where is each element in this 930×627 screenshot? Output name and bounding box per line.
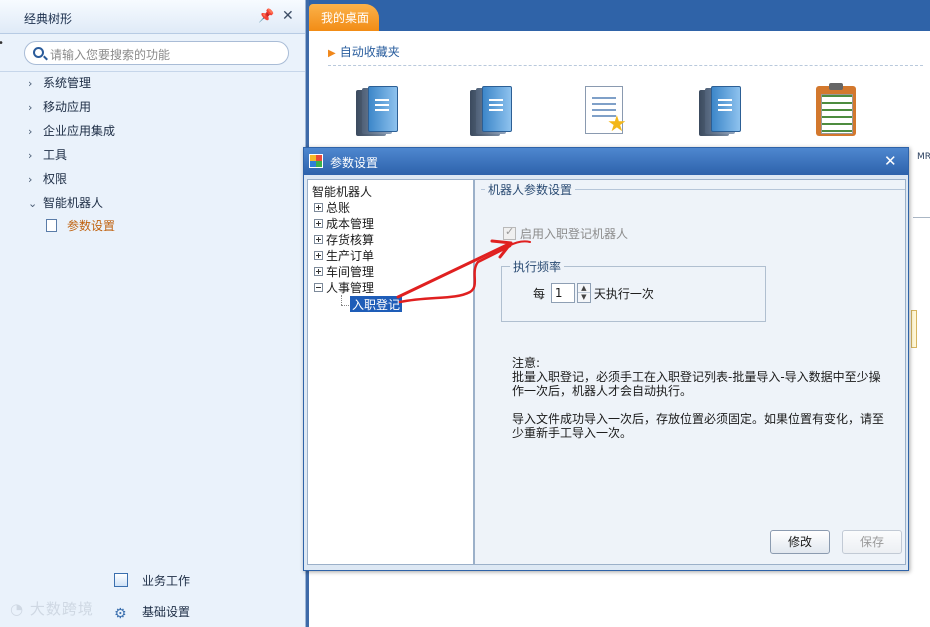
dialog-title: 参数设置 — [330, 156, 379, 170]
expand-icon[interactable] — [314, 219, 323, 228]
books-icon[interactable] — [470, 86, 522, 142]
expand-icon[interactable] — [314, 267, 323, 276]
basic-settings-button[interactable]: ⚙ 基础设置 — [114, 603, 190, 623]
menu-item-tools[interactable]: › 工具 — [28, 146, 67, 166]
chevron-down-icon: ⌄ — [28, 197, 38, 210]
search-input[interactable]: 请输入您要搜索的功能 — [24, 41, 289, 65]
divider — [913, 217, 930, 218]
menu-item-enterprise-integration[interactable]: › 企业应用集成 — [28, 122, 115, 142]
close-icon[interactable]: ✕ — [884, 152, 897, 170]
checkbox-checked-icon[interactable] — [503, 225, 516, 240]
document-icon — [46, 219, 57, 232]
tree-node-general-ledger[interactable]: 总账 — [314, 199, 350, 215]
clipboard-icon[interactable] — [814, 83, 866, 142]
menu-item-system-management[interactable]: › 系统管理 — [28, 74, 91, 94]
collapse-icon[interactable] — [314, 283, 323, 292]
parameter-settings-dialog: 参数设置 ✕ 智能机器人 总账 成本管理 存货核算 生产订单 车间管理 人事管理… — [303, 147, 909, 571]
tree-connector — [341, 295, 342, 305]
note-line: 批量入职登记，必须手工在入职登记列表-批量导入-导入数据中至少操作一次后，机器人… — [512, 370, 881, 398]
close-icon[interactable]: ✕ — [282, 8, 294, 24]
tree-node-production-order[interactable]: 生产订单 — [314, 247, 374, 263]
edge-marker-icon: • — [0, 38, 4, 49]
tree-node-hr-management[interactable]: 人事管理 — [314, 279, 374, 295]
books-icon[interactable] — [356, 86, 408, 142]
dialog-titlebar[interactable]: 参数设置 ✕ — [304, 148, 908, 175]
menu-item-smart-robot[interactable]: ⌄ 智能机器人 — [28, 194, 103, 214]
expand-icon[interactable] — [314, 251, 323, 260]
frequency-group: 执行频率 每 1 ▲ ▼ 天执行一次 — [501, 258, 766, 322]
search-icon — [33, 47, 44, 58]
tree-node-inventory-accounting[interactable]: 存货核算 — [314, 231, 374, 247]
chevron-right-icon: › — [28, 149, 33, 162]
frequency-row: 每 1 ▲ ▼ 天执行一次 — [533, 283, 654, 303]
tree-node-cost-management[interactable]: 成本管理 — [314, 215, 374, 231]
expand-icon[interactable] — [314, 235, 323, 244]
frequency-legend: 执行频率 — [510, 258, 565, 275]
panel-header: 经典树形 📌 ✕ — [0, 0, 305, 34]
divider — [328, 65, 923, 66]
note-line: 导入文件成功导入一次后，存放位置必须固定。如果位置有变化，请至少重新手工导入一次… — [512, 412, 885, 440]
robot-settings-pane: 机器人参数设置 启用入职登记机器人 执行频率 每 1▲▼天执行一次 注意: 批量… — [474, 179, 906, 565]
books-icon[interactable] — [699, 86, 751, 142]
frequency-stepper[interactable]: ▲ ▼ — [576, 283, 591, 303]
menu-item-permissions[interactable]: › 权限 — [28, 170, 67, 190]
enable-robot-checkbox[interactable]: 启用入职登记机器人 — [503, 225, 628, 242]
business-work-button[interactable]: 业务工作 — [114, 572, 190, 592]
navigation-panel: 经典树形 📌 ✕ • 请输入您要搜索的功能 ›系统管理 ›移动应用 ›企业应用集… — [0, 0, 306, 627]
document-star-icon[interactable]: ★ — [585, 86, 637, 142]
chevron-right-icon: › — [28, 173, 33, 186]
save-button[interactable]: 保存 — [842, 530, 902, 554]
note-title: 注意: — [512, 356, 541, 370]
caret-right-icon: ▶ — [328, 48, 336, 59]
note-block: 注意: 批量入职登记，必须手工在入职登记列表-批量导入-导入数据中至少操作一次后… — [512, 356, 890, 454]
business-doc-icon — [114, 573, 128, 587]
panel-title: 经典树形 — [24, 12, 73, 26]
menu-item-mobile-apps[interactable]: › 移动应用 — [28, 98, 91, 118]
expand-icon[interactable] — [314, 203, 323, 212]
frequency-prefix: 每 — [533, 286, 546, 301]
menu-item-parameter-settings[interactable]: 参数设置 — [46, 217, 115, 237]
frequency-days-input[interactable]: 1 — [550, 283, 575, 303]
chevron-right-icon: › — [28, 125, 33, 138]
settings-group-title: 机器人参数设置 — [485, 181, 576, 198]
tab-my-desktop[interactable]: 我的桌面 — [309, 4, 379, 31]
divider — [0, 71, 305, 72]
module-tree: 智能机器人 总账 成本管理 存货核算 生产订单 车间管理 人事管理 入职登记 — [307, 179, 474, 565]
modify-button[interactable]: 修改 — [770, 530, 830, 554]
watermark: ◔ 大数跨境 — [10, 600, 94, 618]
search-placeholder: 请输入您要搜索的功能 — [50, 48, 171, 62]
tree-node-workshop-management[interactable]: 车间管理 — [314, 263, 374, 279]
pin-icon[interactable]: 📌 — [258, 9, 274, 24]
chevron-right-icon: › — [28, 101, 33, 114]
tab-bar: 我的桌面 — [309, 0, 930, 31]
app-icon — [309, 154, 323, 168]
tree-connector — [341, 305, 349, 306]
tree-root[interactable]: 智能机器人 — [312, 183, 372, 200]
favorite-partial-label: MR — [917, 152, 930, 162]
spin-up-icon[interactable]: ▲ — [577, 284, 590, 293]
favorites-header[interactable]: ▶ 自动收藏夹 — [328, 43, 400, 60]
yellow-panel-edge — [911, 310, 917, 348]
gear-icon: ⚙ — [114, 606, 127, 622]
spin-down-icon[interactable]: ▼ — [578, 293, 590, 302]
frequency-suffix: 天执行一次 — [593, 286, 654, 301]
tree-leaf-onboarding[interactable]: 入职登记 — [350, 296, 403, 312]
chevron-right-icon: › — [28, 77, 33, 90]
